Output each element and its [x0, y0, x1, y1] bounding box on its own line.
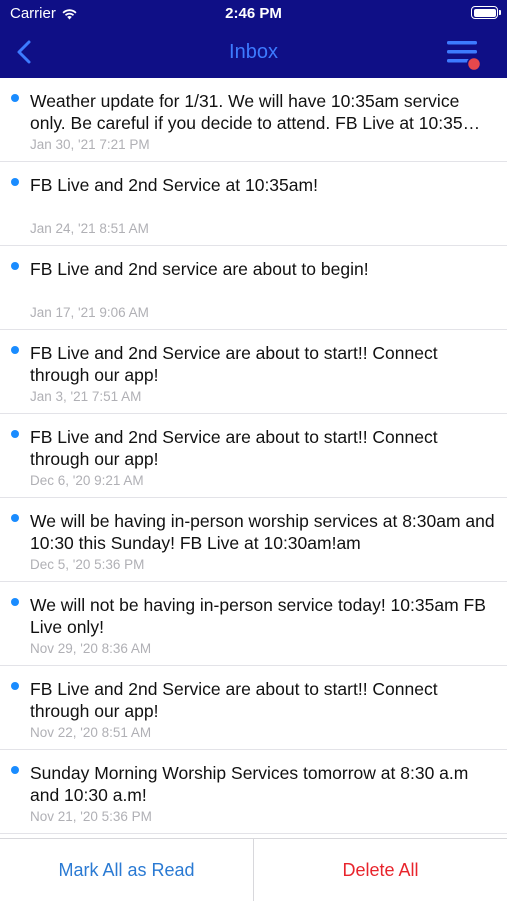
- list-item[interactable]: We will not be having in-person service …: [0, 582, 507, 666]
- message-text: FB Live and 2nd Service at 10:35am!: [30, 175, 318, 195]
- unread-dot: [11, 94, 19, 102]
- message-date: Dec 5, '20 5:36 PM: [30, 557, 145, 572]
- mark-all-read-button[interactable]: Mark All as Read: [0, 839, 254, 901]
- message-text: FB Live and 2nd Service are about to sta…: [30, 427, 438, 469]
- header: Carrier 2:46 PM Inbox: [0, 0, 507, 78]
- status-bar: Carrier 2:46 PM: [0, 0, 507, 28]
- hamburger-menu-icon: [447, 41, 482, 72]
- message-text: FB Live and 2nd service are about to beg…: [30, 259, 369, 279]
- list-item[interactable]: FB Live and 2nd Service are about to sta…: [0, 330, 507, 414]
- list-item[interactable]: FB Live and 2nd service are about to beg…: [0, 246, 507, 330]
- unread-dot: [11, 766, 19, 774]
- message-text: We will be having in-person worship serv…: [30, 511, 495, 553]
- message-date: Jan 30, '21 7:21 PM: [30, 137, 150, 152]
- message-text: We will not be having in-person service …: [30, 595, 486, 637]
- message-text: Weather update for 1/31. We will have 10…: [30, 91, 463, 133]
- status-time: 2:46 PM: [225, 5, 282, 22]
- battery-icon: [471, 6, 501, 19]
- list-item[interactable]: FB Live and 2nd Service at 10:35am! Jan …: [0, 162, 507, 246]
- delete-all-button[interactable]: Delete All: [254, 839, 507, 901]
- message-date: Nov 29, '20 8:36 AM: [30, 641, 152, 656]
- list-item[interactable]: Sunday Morning Worship Services tomorrow…: [0, 750, 507, 834]
- message-date: Jan 24, '21 8:51 AM: [30, 221, 149, 236]
- message-list: Weather update for 1/31. We will have 10…: [0, 78, 507, 838]
- message-text: Sunday Morning Worship Services tomorrow…: [30, 763, 469, 805]
- bottom-action-bar: Mark All as Read Delete All: [0, 838, 507, 901]
- unread-dot: [11, 682, 19, 690]
- page-title: Inbox: [229, 41, 278, 63]
- unread-dot: [11, 262, 19, 270]
- menu-button[interactable]: [447, 38, 482, 72]
- message-date: Nov 21, '20 5:36 PM: [30, 809, 152, 824]
- message-text: FB Live and 2nd Service are about to sta…: [30, 343, 438, 385]
- list-item[interactable]: Weather update for 1/31. We will have 10…: [0, 78, 507, 162]
- list-item[interactable]: We will be having in-person worship serv…: [0, 498, 507, 582]
- message-date: Jan 17, '21 9:06 AM: [30, 305, 149, 320]
- unread-dot: [11, 178, 19, 186]
- message-text: FB Live and 2nd Service are about to sta…: [30, 679, 438, 721]
- unread-dot: [11, 598, 19, 606]
- list-item[interactable]: FB Live and 2nd Service are about to sta…: [0, 414, 507, 498]
- message-date: Jan 3, '21 7:51 AM: [30, 389, 142, 404]
- unread-dot: [11, 346, 19, 354]
- unread-dot: [11, 430, 19, 438]
- message-date: Dec 6, '20 9:21 AM: [30, 473, 144, 488]
- unread-dot: [11, 514, 19, 522]
- message-date: Nov 22, '20 8:51 AM: [30, 725, 152, 740]
- navigation-bar: Inbox: [0, 30, 507, 78]
- list-item[interactable]: FB Live and 2nd Service are about to sta…: [0, 666, 507, 750]
